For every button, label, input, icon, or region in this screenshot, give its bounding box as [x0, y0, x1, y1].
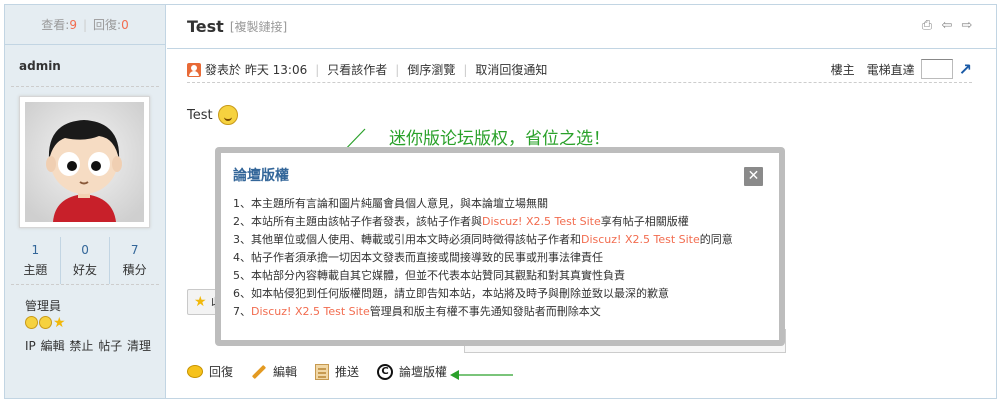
push-label: 推送 [335, 365, 360, 379]
close-icon[interactable]: ✕ [744, 167, 763, 186]
floor-label: 樓主 [830, 62, 855, 77]
pencil-icon [251, 364, 267, 380]
reverse-order-link[interactable]: 倒序瀏覽 [407, 61, 455, 78]
term-line: 2、本站所有主題由該帖子作者發表，該帖子作者與Discuz! X2.5 Test… [233, 215, 689, 228]
term-line: 7、Discuz! X2.5 Test Site管理員和版主有權不事先通知發貼者… [233, 305, 601, 318]
copyright-popup-body: 論壇版權 ✕ 1、本主題所有言論和圖片純屬會員個人意見，與本論壇立場無關 2、本… [221, 153, 779, 340]
popup-title: 論壇版權 [233, 168, 289, 184]
term-line: 4、帖子作者須承擔一切因本文發表而直接或間接導致的民事或刑事法律責任 [233, 251, 603, 264]
floor-tools: 樓主 電梯直達 ↗ [831, 59, 972, 79]
edit-button[interactable]: 編輯 [251, 363, 297, 380]
smiley-badge-icon [39, 316, 52, 329]
avatar-image [25, 102, 144, 222]
post-author-bar: 發表於 昨天 13:06 | 只看該作者 | 倒序瀏覽 | 取消回復通知 樓主 … [187, 57, 972, 83]
next-thread-icon[interactable]: ⇨ [960, 19, 974, 33]
title-tools: ⎙ ⇦ ⇨ [920, 19, 974, 33]
copy-link[interactable]: [複製鏈接] [230, 18, 287, 35]
count-label: 積分 [122, 263, 147, 277]
copyright-popup: 論壇版權 ✕ 1、本主題所有言論和圖片純屬會員個人意見，與本論壇立場無關 2、本… [215, 147, 785, 346]
smiley-emoji-icon [217, 105, 238, 125]
smiley-badge-icon [25, 316, 38, 329]
count-label: 好友 [73, 263, 98, 277]
online-status-icon [187, 62, 201, 77]
annotation-arrow [450, 370, 513, 380]
annotation-text: 迷你版论坛版权，省位之选！ [389, 129, 610, 149]
post-container: 查看: 9 | 回復: 0 admin 1 主題 0 好友 7 積分 管理員 ★… [4, 4, 997, 399]
star-icon: ★ [194, 294, 207, 310]
author-name[interactable]: admin [11, 45, 159, 87]
jump-icon[interactable]: ↗ [959, 60, 972, 79]
stats-divider: | [82, 17, 88, 32]
views-count: 9 [69, 17, 77, 32]
term-line: 3、其他單位或個人使用、轉載或引用本文時必須同時徵得該帖子作者和Discuz! … [233, 233, 733, 246]
term-line: 1、本主題所有言論和圖片純屬會員個人意見，與本論壇立場無關 [233, 197, 548, 210]
term-line: 6、如本帖侵犯到任何版權問題，請立即告知本站，本站將及時予與刪除並致以最深的歉意 [233, 287, 669, 300]
replies-count: 0 [121, 17, 129, 32]
thread-stats: 查看: 9 | 回復: 0 [5, 5, 165, 45]
user-group[interactable]: 管理員 [25, 297, 61, 314]
site-link[interactable]: Discuz! X2.5 Test Site [482, 215, 601, 228]
replies-label: 回復: [93, 18, 122, 32]
only-author-link[interactable]: 只看該作者 [327, 61, 387, 78]
document-icon [315, 363, 330, 380]
reply-label: 回復 [209, 365, 234, 379]
copyright-terms: 1、本主題所有言論和圖片純屬會員個人意見，與本論壇立場無關 2、本站所有主題由該… [233, 195, 767, 321]
elevator-label: 電梯直達 [866, 62, 915, 77]
push-button[interactable]: 推送 [315, 363, 359, 380]
count-value: 1 [31, 243, 40, 257]
post-text: Test [187, 107, 213, 123]
reply-button[interactable]: 回復 [187, 363, 233, 380]
admin-links[interactable]: IP 編輯 禁止 帖子 清理 [25, 337, 151, 354]
divider: | [315, 62, 320, 77]
post-main: Test [複製鏈接] ⎙ ⇦ ⇨ 發表於 昨天 13:06 | 只看該作者 |… [167, 5, 996, 398]
count-threads[interactable]: 1 主題 [11, 237, 60, 284]
copyright-label: 論壇版權 [399, 365, 448, 379]
floor-jump-input[interactable] [920, 59, 953, 79]
post-actions: 回復 編輯 推送 C 論壇版權 [187, 363, 447, 380]
thread-title-bar: Test [複製鏈接] [167, 5, 996, 49]
post-time: 發表於 昨天 13:06 [205, 63, 308, 77]
count-credits[interactable]: 7 積分 [109, 237, 159, 284]
count-value: 0 [81, 243, 89, 257]
divider: | [463, 62, 468, 77]
term-line: 5、本帖部分內容轉載自其它媒體，但並不代表本站贊同其觀點和對其真實性負責 [233, 269, 625, 282]
thread-title: Test [187, 17, 224, 36]
prev-thread-icon[interactable]: ⇦ [940, 19, 954, 33]
avatar[interactable] [19, 96, 150, 228]
print-icon[interactable]: ⎙ [920, 19, 934, 33]
star-badge-icon: ★ [53, 315, 66, 331]
author-sidebar: 查看: 9 | 回復: 0 admin 1 主題 0 好友 7 積分 管理員 ★… [5, 5, 166, 398]
site-link[interactable]: Discuz! X2.5 Test Site [581, 233, 700, 246]
post-content: Test [187, 105, 238, 125]
count-label: 主題 [23, 263, 48, 277]
site-link[interactable]: Discuz! X2.5 Test Site [251, 305, 370, 318]
rank-badges: ★ [25, 316, 67, 330]
views-label: 查看: [41, 18, 70, 32]
count-friends[interactable]: 0 好友 [59, 237, 110, 284]
reply-icon [187, 365, 203, 378]
edit-label: 編輯 [273, 365, 298, 379]
author-counts: 1 主題 0 好友 7 積分 [11, 237, 159, 285]
cancel-notify-link[interactable]: 取消回復通知 [475, 61, 547, 78]
copyright-button[interactable]: C 論壇版權 [377, 363, 447, 380]
copyright-icon: C [377, 363, 394, 380]
count-value: 7 [130, 243, 139, 257]
divider: | [395, 62, 400, 77]
